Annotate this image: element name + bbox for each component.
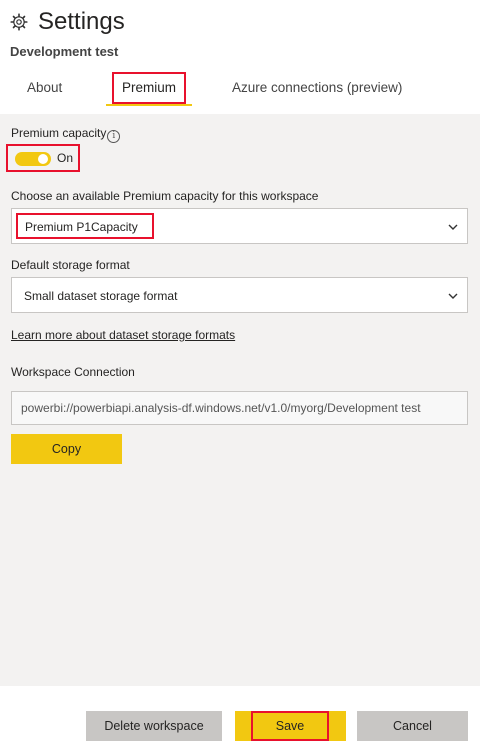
settings-tabs: About Premium Azure connections (preview… bbox=[0, 72, 480, 108]
save-button[interactable]: Save bbox=[235, 711, 346, 741]
chevron-down-icon bbox=[447, 290, 459, 302]
workspace-connection-field[interactable]: powerbi://powerbiapi.analysis-df.windows… bbox=[11, 391, 468, 425]
title-row: Settings bbox=[10, 6, 125, 38]
tab-about-label: About bbox=[27, 80, 63, 95]
gear-icon bbox=[10, 13, 28, 31]
cancel-button[interactable]: Cancel bbox=[357, 711, 468, 741]
save-button-label: Save bbox=[251, 711, 329, 741]
chevron-down-icon bbox=[447, 221, 459, 233]
delete-workspace-button[interactable]: Delete workspace bbox=[86, 711, 222, 741]
info-icon[interactable]: i bbox=[107, 130, 121, 143]
premium-toggle-highlight: On bbox=[6, 144, 80, 172]
settings-header: Settings Development test About Premium … bbox=[0, 0, 480, 114]
choose-capacity-label: Choose an available Premium capacity for… bbox=[11, 189, 319, 203]
premium-capacity-text: Premium capacity bbox=[11, 126, 107, 140]
tab-premium-underline bbox=[106, 104, 192, 106]
tab-azure-label: Azure connections (preview) bbox=[232, 80, 403, 95]
tab-about[interactable]: About bbox=[27, 72, 62, 106]
copy-button[interactable]: Copy bbox=[11, 434, 122, 464]
tab-premium-label: Premium bbox=[112, 72, 186, 104]
capacity-value-highlight: Premium P1Capacity bbox=[16, 213, 154, 239]
toggle-state: On bbox=[57, 151, 74, 165]
settings-footer: Delete workspace Save Cancel bbox=[0, 686, 480, 749]
capacity-select-value: Premium P1Capacity bbox=[25, 220, 138, 234]
tab-premium[interactable]: Premium bbox=[106, 72, 192, 106]
premium-capacity-label: Premium capacity i bbox=[11, 126, 121, 143]
workspace-name: Development test bbox=[10, 44, 119, 59]
capacity-select[interactable]: Premium P1Capacity bbox=[11, 208, 468, 244]
storage-format-value: Small dataset storage format bbox=[24, 289, 178, 303]
storage-format-label: Default storage format bbox=[11, 258, 130, 272]
learn-more-link[interactable]: Learn more about dataset storage formats bbox=[11, 328, 235, 342]
storage-format-select[interactable]: Small dataset storage format bbox=[11, 277, 468, 313]
page-title: Settings bbox=[38, 8, 125, 35]
toggle-knob bbox=[38, 154, 48, 164]
tab-azure-connections[interactable]: Azure connections (preview) bbox=[232, 72, 402, 106]
premium-capacity-toggle[interactable] bbox=[15, 152, 51, 166]
workspace-connection-label: Workspace Connection bbox=[11, 365, 135, 379]
